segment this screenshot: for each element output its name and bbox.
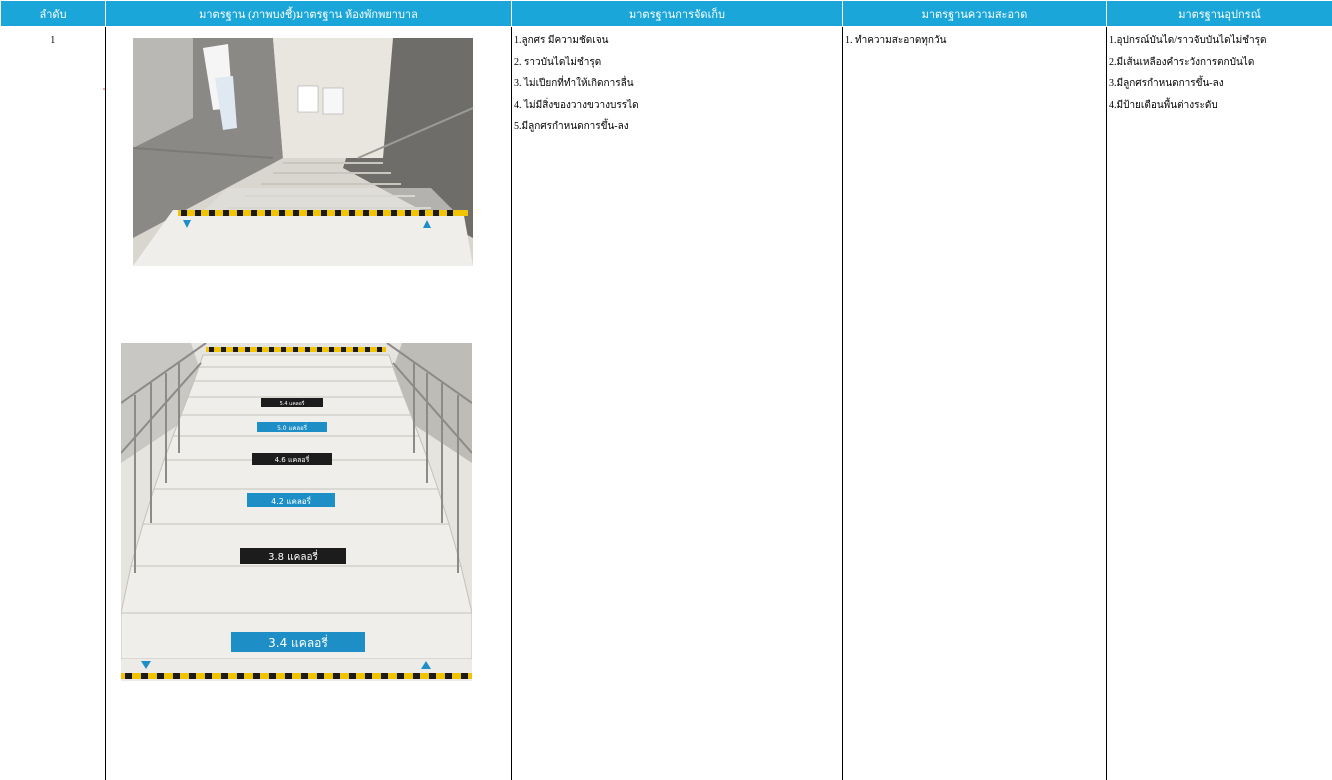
header-cleanliness-standard: มาตรฐานความสะอาด xyxy=(843,1,1107,27)
standards-table: ลำดับ มาตรฐาน (ภาพบงชี้)มาตรฐาน ห้องพักพ… xyxy=(0,0,1332,780)
list-item: 4.มีป้ายเตือนพื้นต่างระดับ xyxy=(1109,100,1332,122)
stray-mark xyxy=(103,88,105,90)
stair-label: 3.4 แคลอรี่ xyxy=(231,632,365,652)
svg-text:4.6 แคลอรี่: 4.6 แคลอรี่ xyxy=(275,455,310,464)
list-item: 1.อุปกรณ์บันได/ราวจับบันไดไม่ชำรุด xyxy=(1109,35,1332,57)
list-item: 3.มีลูกศรกำหนดการขึ้น-ลง xyxy=(1109,78,1332,100)
header-row: ลำดับ มาตรฐาน (ภาพบงชี้)มาตรฐาน ห้องพักพ… xyxy=(1,1,1332,27)
svg-text:5.4 แคลอรี่: 5.4 แคลอรี่ xyxy=(280,400,305,407)
equipment-standard-cell: 1.อุปกรณ์บันได/ราวจับบันไดไม่ชำรุด 2.มีเ… xyxy=(1107,27,1332,780)
list-item: 2.มีเส้นเหลืองคำระวังการตกบันได xyxy=(1109,57,1332,79)
header-storage-standard: มาตรฐานการจัดเก็บ xyxy=(512,1,843,27)
svg-text:3.4 แคลอรี่: 3.4 แคลอรี่ xyxy=(268,634,328,650)
svg-text:4.2 แคลอรี่: 4.2 แคลอรี่ xyxy=(271,495,311,506)
list-item: 5.มีลูกศรกำหนดการขึ้น-ลง xyxy=(514,121,842,143)
list-item: 1.ลูกศร มีความชัดเจน xyxy=(514,35,842,57)
list-item: 1. ทำความสะอาดทุกวัน xyxy=(845,35,1106,57)
stairwell-photo-top xyxy=(133,38,473,266)
cleanliness-standard-cell: 1. ทำความสะอาดทุกวัน xyxy=(843,27,1107,780)
svg-text:3.8 แคลอรี่: 3.8 แคลอรี่ xyxy=(268,549,318,563)
list-item: 2. ราวบันไดไม่ชำรุด xyxy=(514,57,842,79)
storage-standard-cell: 1.ลูกศร มีความชัดเจน 2. ราวบันไดไม่ชำรุด… xyxy=(512,27,843,780)
stairs-calorie-photo: 3.4 แคลอรี่ 3.8 แคลอรี่ 4.2 แคลอรี่ xyxy=(121,343,472,681)
header-order: ลำดับ xyxy=(1,1,106,27)
stair-label: 3.8 แคลอรี่ xyxy=(240,548,346,564)
equipment-standard-list: 1.อุปกรณ์บันได/ราวจับบันไดไม่ชำรุด 2.มีเ… xyxy=(1107,27,1332,121)
stair-label: 4.6 แคลอรี่ xyxy=(252,453,332,465)
storage-standard-list: 1.ลูกศร มีความชัดเจน 2. ราวบันไดไม่ชำรุด… xyxy=(512,27,842,143)
row-number: 1 xyxy=(1,27,106,780)
stair-label: 5.0 แคลอรี่ xyxy=(257,422,327,432)
table-row: 1 xyxy=(1,27,1332,780)
list-item: 3. ไม่เปียกที่ทำให้เกิดการลื่น xyxy=(514,78,842,100)
stair-label: 5.4 แคลอรี่ xyxy=(261,398,323,407)
header-equipment-standard: มาตรฐานอุปกรณ์ xyxy=(1107,1,1332,27)
stair-label: 4.2 แคลอรี่ xyxy=(247,493,335,507)
svg-text:5.0 แคลอรี่: 5.0 แคลอรี่ xyxy=(277,424,308,432)
cleanliness-standard-list: 1. ทำความสะอาดทุกวัน xyxy=(843,27,1106,57)
list-item: 4. ไม่มีสิ่งของวางขวางบรรได xyxy=(514,100,842,122)
header-image-standard: มาตรฐาน (ภาพบงชี้)มาตรฐาน ห้องพักพยาบาล xyxy=(106,1,512,27)
image-cell: 3.4 แคลอรี่ 3.8 แคลอรี่ 4.2 แคลอรี่ xyxy=(106,27,512,780)
